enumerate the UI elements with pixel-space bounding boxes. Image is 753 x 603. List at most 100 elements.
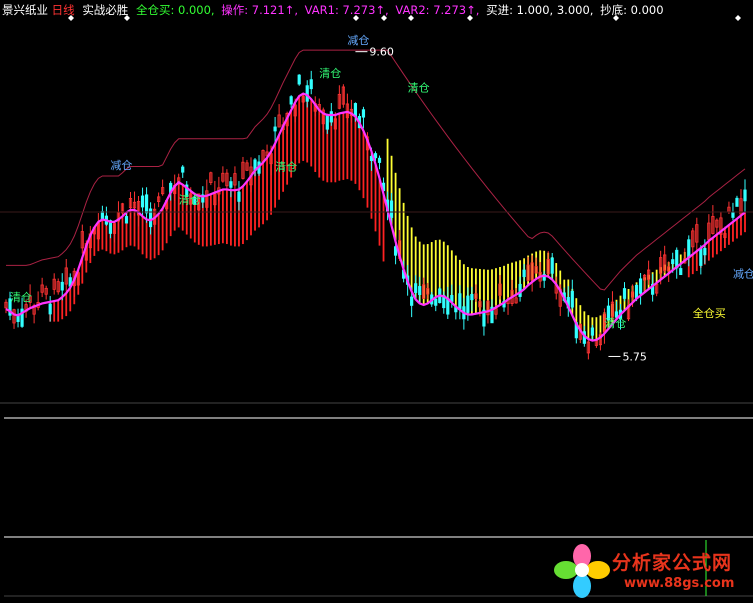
signal-bar: [410, 227, 413, 292]
signal-bar: [382, 194, 385, 262]
annotation-label: 全仓买: [693, 306, 726, 320]
signal-bar: [302, 93, 305, 161]
signal-bar: [157, 213, 160, 256]
chart-canvas[interactable]: 清仓减仓清仓清仓减仓清仓清仓清仓全仓买减仓9.605.75: [0, 0, 753, 603]
signal-bar: [442, 241, 445, 297]
candle-body: [361, 109, 366, 118]
annotation-label: 清仓: [179, 193, 201, 207]
signal-bar: [362, 130, 365, 199]
signal-bar: [394, 172, 397, 242]
signal-bar: [274, 143, 276, 208]
signal-bar: [161, 208, 164, 251]
signal-bar: [691, 254, 694, 275]
candle-body: [140, 195, 145, 208]
candle-body: [60, 281, 64, 291]
header-marker: [124, 15, 130, 21]
signal-bar: [53, 301, 56, 322]
signal-bar: [230, 190, 232, 246]
signal-bar: [282, 126, 285, 192]
candle-body: [410, 296, 414, 306]
signal-bar: [744, 212, 746, 233]
signal-bar: [141, 216, 144, 255]
signal-bar: [61, 297, 64, 320]
signal-bar: [181, 184, 184, 231]
annotation-label: 减仓: [110, 158, 132, 172]
candle-body: [329, 111, 333, 123]
signal-bar: [707, 240, 710, 261]
signal-bar: [587, 315, 590, 340]
candle-body: [309, 79, 313, 90]
chart-window: 景兴纸业 日线 实战必胜 全仓买: 0.000, 操作: 7.121↑, VAR…: [0, 0, 753, 603]
signal-bar: [354, 116, 357, 184]
candle-body: [458, 293, 462, 310]
candle-body: [144, 194, 149, 214]
candle-body: [703, 248, 707, 256]
signal-bar: [430, 242, 433, 301]
signal-bar: [242, 186, 244, 245]
signal-bar: [434, 240, 437, 298]
candle-body: [289, 96, 293, 105]
candle-body: [638, 278, 643, 294]
header-marker: [467, 15, 473, 21]
signal-bar: [350, 113, 353, 181]
signal-bar: [254, 170, 256, 231]
signal-bar: [65, 293, 68, 317]
header-marker: [353, 15, 359, 21]
candle-body: [48, 303, 52, 315]
header-marker: [68, 15, 74, 21]
header-marker: [381, 15, 387, 21]
signal-bar: [374, 164, 377, 232]
signal-bar: [266, 157, 268, 221]
watermark-url: www.88gs.com: [624, 576, 735, 591]
candle-body: [237, 191, 241, 202]
signal-bar: [246, 181, 248, 241]
candle-body: [466, 295, 470, 313]
signal-bar: [732, 221, 734, 242]
header-markers: [68, 15, 741, 21]
signal-bar: [209, 194, 212, 246]
signal-bar: [298, 96, 301, 164]
candle-body: [671, 259, 675, 265]
signal-bar: [595, 317, 598, 340]
signal-bar: [695, 251, 698, 271]
candle-body: [743, 189, 747, 202]
signal-bar: [234, 190, 236, 247]
candle-body: [377, 157, 382, 163]
signal-bar: [454, 255, 457, 307]
annotation-label: 清仓: [408, 80, 430, 94]
annotation-label: 清仓: [604, 316, 626, 330]
candle-body: [679, 268, 683, 276]
signal-bar: [342, 112, 345, 180]
candle-body: [181, 166, 185, 173]
signal-bar: [69, 287, 72, 312]
candle-body: [305, 85, 309, 102]
candle-body: [389, 200, 394, 218]
annotation-layer: 清仓减仓清仓清仓减仓清仓清仓清仓全仓买减仓9.605.75: [10, 33, 753, 364]
header-marker: [613, 15, 619, 21]
signal-bar: [225, 189, 228, 245]
candle-body: [622, 288, 627, 299]
signal-bar: [715, 234, 718, 255]
annotation-label: 清仓: [10, 290, 32, 304]
candle-body: [699, 247, 703, 266]
watermark-title: 分析家公式网: [612, 552, 733, 574]
watermark: 分析家公式网 www.88gs.com: [552, 540, 752, 602]
candle-body: [634, 284, 639, 299]
candle-body: [735, 197, 739, 207]
signal-bar: [503, 265, 505, 303]
candle-body: [353, 103, 358, 117]
annotation-label: 减仓: [347, 33, 369, 47]
candle-body: [273, 126, 277, 132]
signal-bar: [310, 99, 313, 167]
candle-body: [470, 294, 474, 301]
signal-bar: [262, 162, 264, 225]
candle-body: [414, 283, 418, 293]
candle-body: [590, 327, 594, 336]
candle-body: [570, 290, 574, 308]
signal-bar: [402, 202, 405, 270]
candle-body: [434, 298, 438, 306]
candle-body: [418, 286, 422, 296]
candle-body: [325, 114, 329, 130]
signal-bar: [101, 219, 104, 250]
extreme-label: 9.60: [369, 46, 394, 59]
